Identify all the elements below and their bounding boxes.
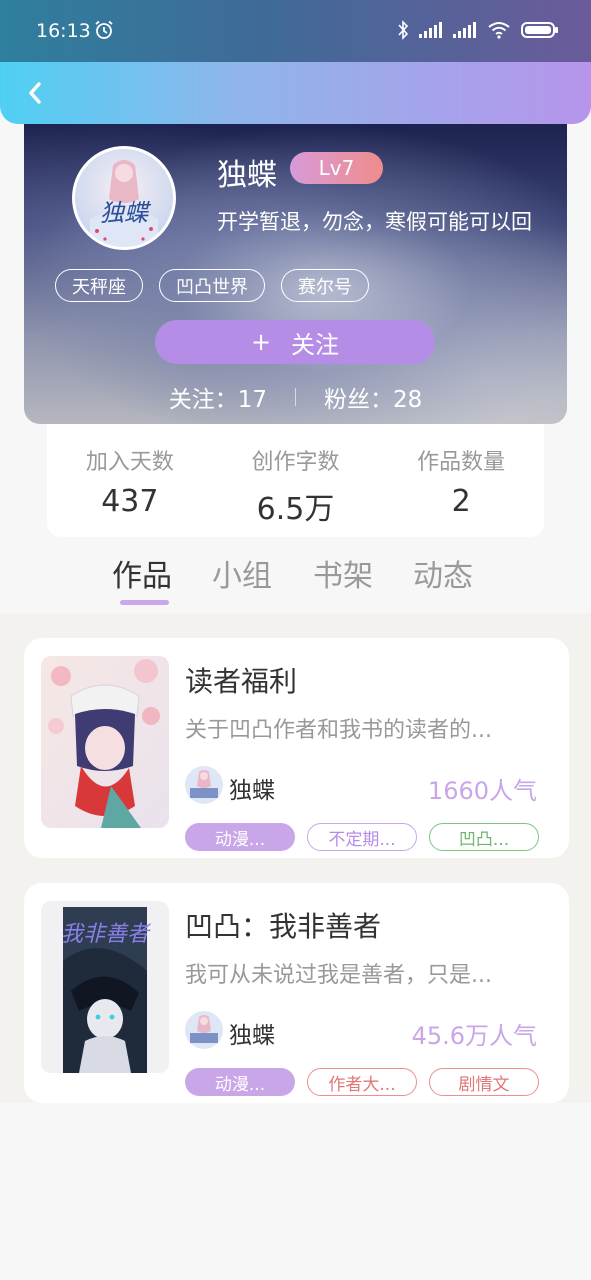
- plus-icon: +: [250, 328, 272, 356]
- tab-works[interactable]: 作品: [112, 551, 172, 595]
- followers-count[interactable]: 粉丝：28: [324, 380, 422, 414]
- bluetooth-icon: [398, 20, 409, 40]
- stat-join-days: 加入天数 437: [47, 424, 213, 537]
- book-tag[interactable]: 动漫...: [185, 1068, 295, 1096]
- profile-tag[interactable]: 赛尔号: [281, 269, 369, 302]
- stat-label: 创作字数: [251, 450, 340, 475]
- stat-works-count: 作品数量 2: [378, 424, 544, 537]
- author-name: 独蝶: [229, 1023, 275, 1049]
- author-avatar: [185, 766, 223, 804]
- alarm-icon: [95, 20, 113, 39]
- following-count[interactable]: 关注：17: [169, 380, 267, 414]
- signal-icon: [419, 22, 442, 38]
- book-cover[interactable]: [41, 656, 169, 828]
- tab-bar: 作品 小组 书架 动态: [0, 537, 591, 613]
- tab-bookshelf[interactable]: 书架: [313, 551, 373, 595]
- book-title: 读者福利: [185, 665, 298, 698]
- tab-indicator: [120, 600, 169, 605]
- book-tags: 动漫... 不定期... 凹凸...: [185, 823, 539, 851]
- author-avatar: [185, 1011, 223, 1049]
- book-tag[interactable]: 剧情文: [429, 1068, 539, 1096]
- svg-text:我非善者: 我非善者: [61, 922, 152, 947]
- author-name: 独蝶: [229, 778, 275, 804]
- chevron-left-icon: [29, 82, 41, 104]
- book-tag[interactable]: 作者大...: [307, 1068, 417, 1096]
- username: 独蝶: [217, 158, 277, 193]
- back-button[interactable]: [18, 76, 52, 110]
- status-bar: 16:13: [0, 0, 591, 62]
- follow-label: 关注: [291, 330, 340, 359]
- cover-image: [41, 656, 169, 828]
- profile-card: 独蝶 独蝶 Lv7 开学暂退，勿念，寒假可能可以回 天秤座 凹凸世界 赛尔号 +…: [24, 124, 567, 424]
- tab-groups[interactable]: 小组: [212, 551, 272, 595]
- wifi-icon: [488, 22, 510, 39]
- stat-value: 437: [101, 484, 159, 519]
- book-card[interactable]: 我非善者 凹凸：我非善者 我可从未说过我是善者，只是... 独蝶 45.6万人气…: [24, 883, 569, 1103]
- stats-card: 加入天数 437 创作字数 6.5万 作品数量 2: [47, 424, 544, 537]
- profile-tag[interactable]: 凹凸世界: [159, 269, 265, 302]
- level-badge: Lv7: [290, 152, 383, 184]
- author-avatar-image: [185, 1011, 223, 1049]
- bio: 开学暂退，勿念，寒假可能可以回: [217, 210, 532, 234]
- book-cover[interactable]: 我非善者: [41, 901, 169, 1073]
- book-list: 读者福利 关于凹凸作者和我书的读者的... 独蝶 1660人气 动漫... 不定…: [0, 613, 591, 1103]
- svg-text:独蝶: 独蝶: [100, 199, 152, 227]
- avatar-image: 独蝶: [75, 149, 173, 247]
- signal-icon: [453, 22, 476, 38]
- nav-bar: [0, 62, 591, 124]
- status-time: 16:13: [36, 20, 91, 42]
- profile-tags: 天秤座 凹凸世界 赛尔号: [55, 269, 369, 302]
- follow-button[interactable]: + 关注: [155, 320, 435, 364]
- book-tag[interactable]: 凹凸...: [429, 823, 539, 851]
- author-avatar-image: [185, 766, 223, 804]
- cover-image: 我非善者: [41, 901, 169, 1073]
- book-description: 我可从未说过我是善者，只是...: [185, 963, 492, 988]
- book-tags: 动漫... 作者大... 剧情文: [185, 1068, 539, 1096]
- stat-label: 作品数量: [417, 450, 506, 475]
- book-description: 关于凹凸作者和我书的读者的...: [185, 718, 492, 743]
- book-title: 凹凸：我非善者: [185, 910, 382, 943]
- stat-word-count: 创作字数 6.5万: [213, 424, 379, 537]
- stat-label: 加入天数: [85, 450, 174, 475]
- avatar[interactable]: 独蝶: [72, 146, 176, 250]
- follow-stats: 关注：17 粉丝：28: [24, 380, 567, 414]
- battery-icon: [521, 22, 558, 38]
- popularity: 45.6万人气: [411, 1022, 537, 1050]
- profile-tag[interactable]: 天秤座: [55, 269, 143, 302]
- book-tag[interactable]: 动漫...: [185, 823, 295, 851]
- book-tag[interactable]: 不定期...: [307, 823, 417, 851]
- stat-value: 6.5万: [256, 492, 335, 527]
- stat-value: 2: [451, 484, 471, 519]
- book-card[interactable]: 读者福利 关于凹凸作者和我书的读者的... 独蝶 1660人气 动漫... 不定…: [24, 638, 569, 858]
- tab-activity[interactable]: 动态: [413, 551, 473, 595]
- status-icons: [397, 20, 559, 40]
- divider: [295, 388, 296, 406]
- popularity: 1660人气: [427, 777, 537, 805]
